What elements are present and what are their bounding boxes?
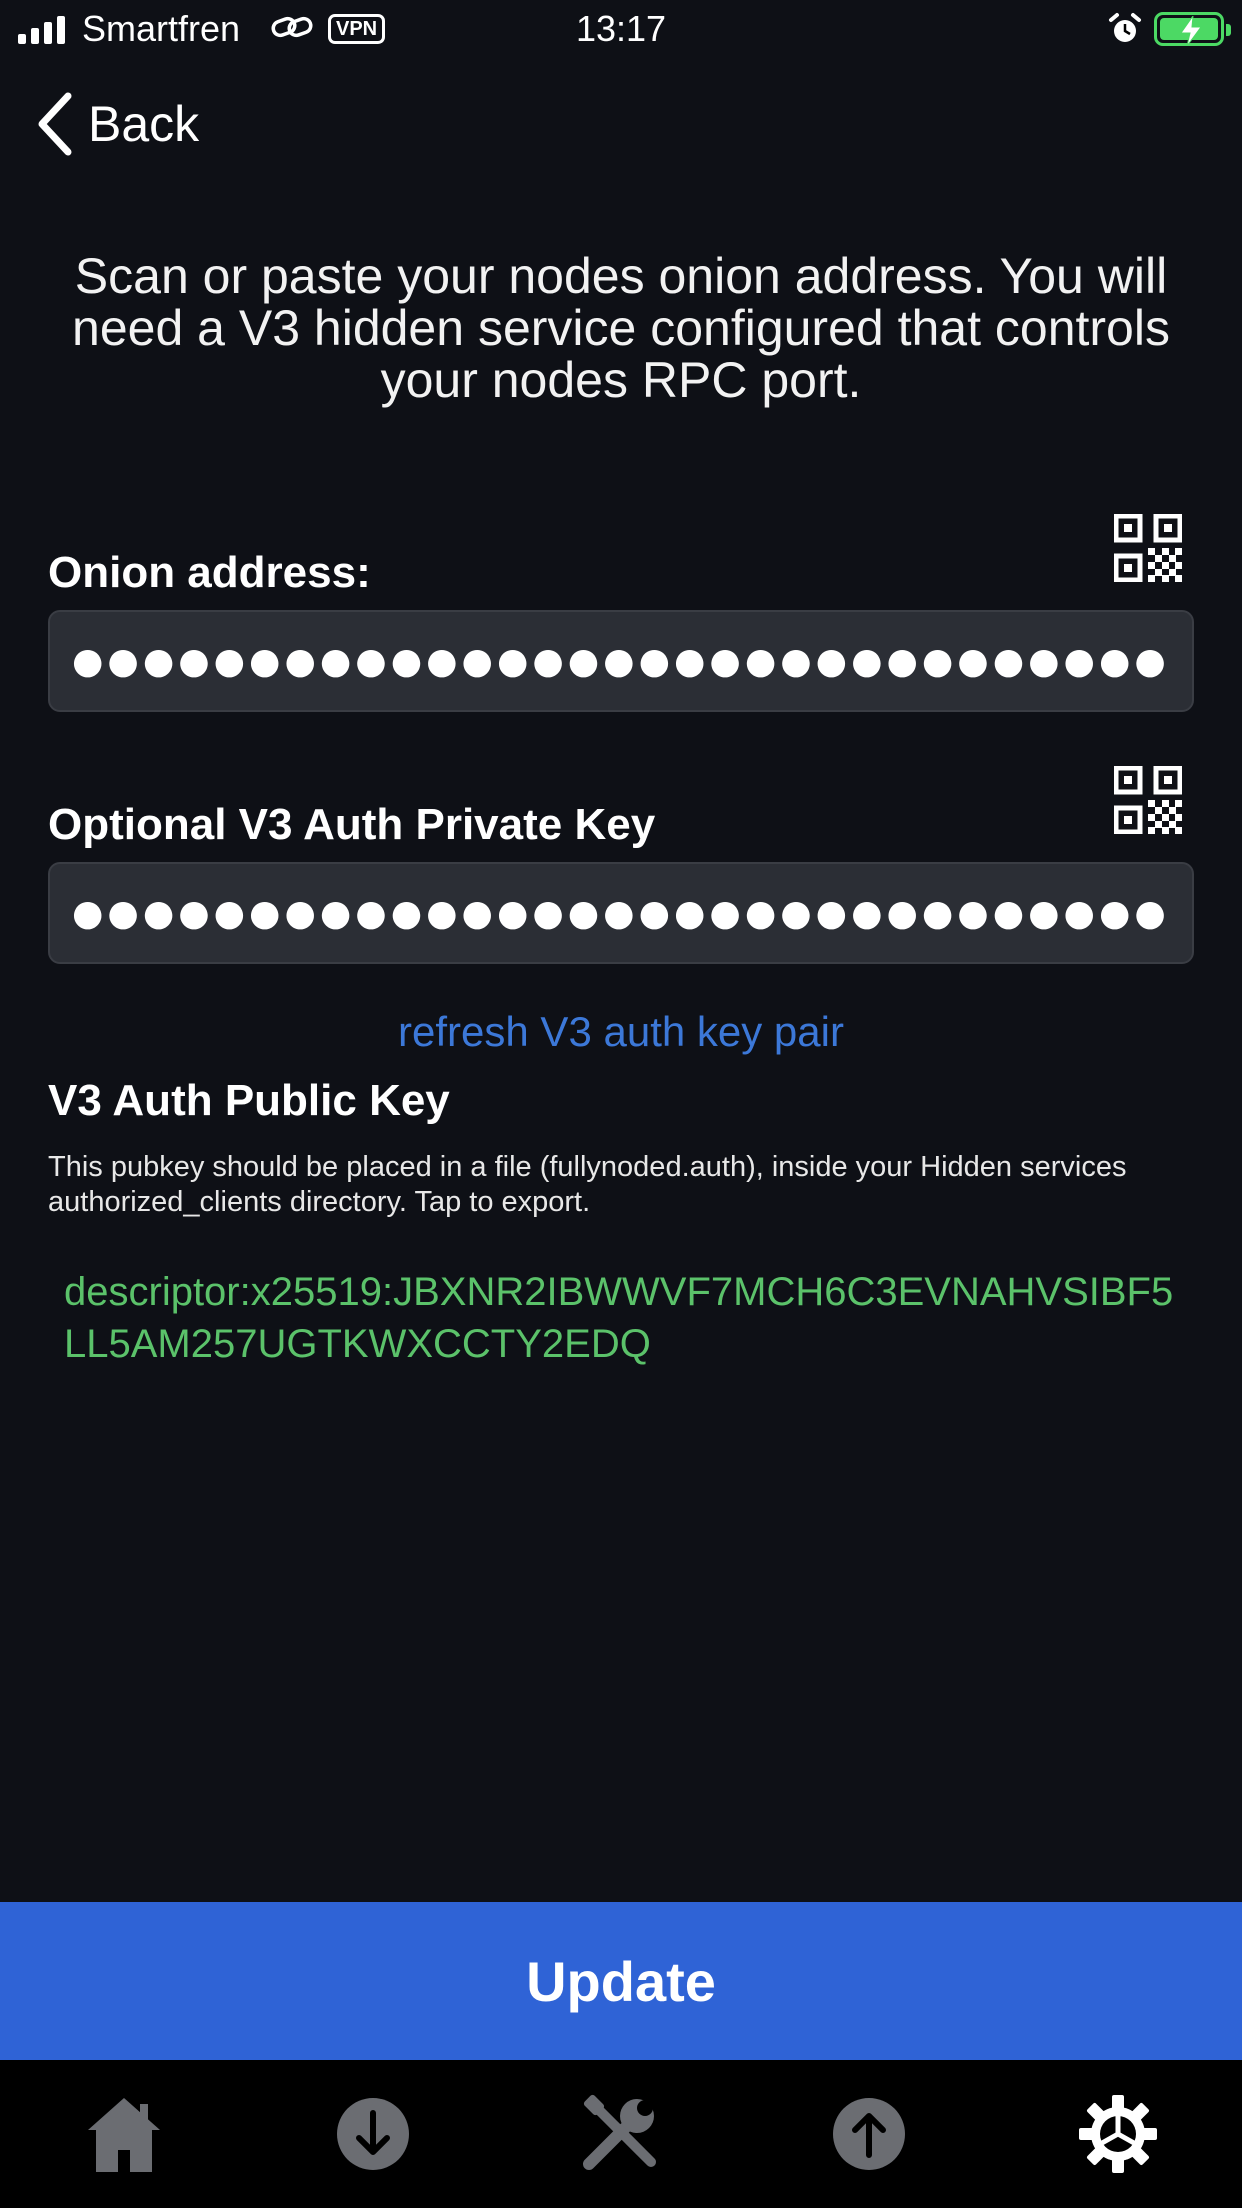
onion-address-input[interactable] — [50, 612, 1192, 710]
status-bar: Smartfren VPN 13:17 — [0, 0, 1242, 60]
gear-icon — [1078, 2095, 1157, 2173]
tools-icon — [582, 2094, 656, 2170]
alarm-icon — [1109, 13, 1141, 42]
screen: Smartfren VPN 13:17 Back Scan or paste y… — [0, 0, 1242, 2208]
tab-tools[interactable] — [561, 2074, 681, 2194]
public-key-help-text: This pubkey should be placed in a file (… — [48, 1151, 1127, 1218]
charging-bolt-icon — [1180, 16, 1202, 46]
scan-qr-private-key-icon[interactable] — [1114, 766, 1182, 834]
refresh-auth-key-link[interactable]: refresh V3 auth key pair — [0, 1008, 1242, 1056]
home-icon — [88, 2098, 161, 2172]
public-key-value[interactable]: descriptor:x25519:JBXNR2IBWWVF7MCH6C3EVN… — [64, 1266, 1184, 1370]
status-time: 13:17 — [575, 8, 667, 49]
private-key-input[interactable] — [50, 864, 1192, 962]
private-key-label: Optional V3 Auth Private Key — [48, 800, 656, 849]
tab-receive[interactable] — [313, 2074, 433, 2194]
upload-icon — [833, 2098, 906, 2170]
tab-send[interactable] — [809, 2074, 929, 2194]
private-key-field-container — [48, 862, 1194, 964]
back-label: Back — [88, 96, 200, 152]
onion-address-field-container — [48, 610, 1194, 712]
update-button-label: Update — [526, 1949, 716, 2013]
onion-address-label: Onion address: — [48, 548, 371, 597]
scan-qr-onion-icon[interactable] — [1114, 514, 1182, 582]
battery-icon — [1154, 12, 1231, 46]
instructions-text: Scan or paste your nodes onion address. … — [72, 248, 1170, 408]
update-button[interactable]: Update — [0, 1902, 1242, 2060]
chevron-left-icon — [38, 92, 72, 156]
public-key-heading: V3 Auth Public Key — [48, 1076, 450, 1125]
back-button[interactable]: Back — [36, 92, 199, 156]
tab-bar — [0, 2060, 1242, 2208]
tab-home[interactable] — [64, 2074, 184, 2194]
tab-settings[interactable] — [1058, 2074, 1178, 2194]
download-icon — [336, 2098, 409, 2170]
